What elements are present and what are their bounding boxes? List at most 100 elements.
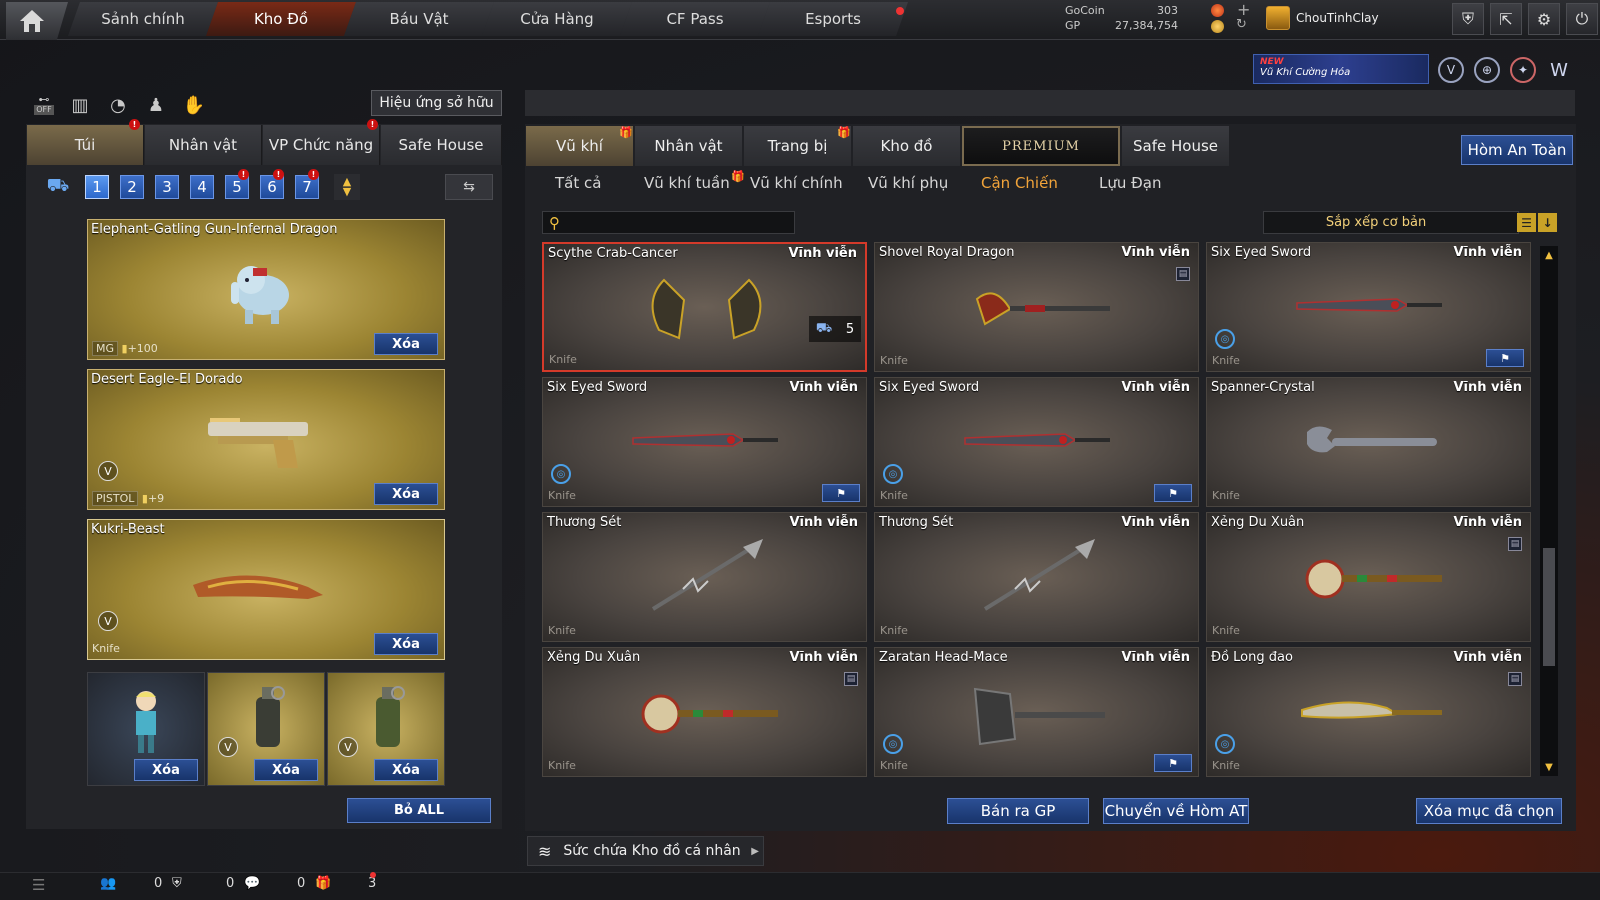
tab-function-items[interactable]: VP Chức năng	[263, 125, 380, 165]
remove-all-button[interactable]: Bỏ ALL	[347, 798, 491, 823]
sort-dropdown[interactable]: Sắp xếp cơ bản	[1263, 211, 1519, 234]
grenade-slot[interactable]: V Xóa	[327, 672, 445, 786]
inventory-item-card[interactable]: Shovel Royal Dragon Vĩnh viễn ▤ Knife	[874, 242, 1199, 372]
target-icon[interactable]: ⊕	[1474, 57, 1500, 83]
sort-down-icon[interactable]: ↓	[1538, 213, 1557, 232]
item-duration: Vĩnh viễn	[1121, 245, 1190, 260]
delete-button[interactable]: Xóa	[134, 759, 198, 781]
item-category: Knife	[1212, 759, 1240, 772]
subtab-secondary-weapons[interactable]: Vũ khí phụ	[868, 174, 948, 194]
toggle-off-icon[interactable]: ⊷ OFF	[30, 92, 58, 118]
tab-characters[interactable]: Nhân vật	[635, 126, 742, 166]
bar-stats-icon[interactable]: ▥	[66, 92, 94, 118]
list-view-icon[interactable]: ☰	[1517, 213, 1536, 232]
flag-icon[interactable]: ⚑	[1154, 754, 1192, 772]
slot-button-1[interactable]: 1	[85, 175, 109, 199]
character-icon[interactable]: ♟	[142, 92, 170, 118]
inventory-item-card[interactable]: Six Eyed Sword Vĩnh viễn ◎ ⚑ Knife	[874, 377, 1199, 507]
inventory-item-card[interactable]: Xẻng Du Xuân Vĩnh viễn ▤ Knife	[542, 647, 867, 777]
elephant-gatling-art	[231, 266, 289, 324]
delete-button[interactable]: Xóa	[374, 333, 438, 355]
tab-bag[interactable]: Túi	[27, 125, 144, 165]
slot-button-3[interactable]: 3	[155, 175, 179, 199]
nav-tab-treasure[interactable]: Báu Vật	[344, 2, 494, 36]
delete-button[interactable]: Xóa	[374, 633, 438, 655]
flag-icon[interactable]: ⚑	[1154, 484, 1192, 502]
power-icon[interactable]: ⏻	[1566, 3, 1598, 35]
home-button[interactable]	[6, 2, 68, 40]
equipped-item-card[interactable]: Kukri-Beast V Knife Xóa	[87, 519, 445, 660]
scroll-up-arrow-icon[interactable]: ▲	[1541, 248, 1557, 262]
w-logo-icon[interactable]: W	[1546, 57, 1572, 83]
scrollbar-thumb[interactable]	[1543, 548, 1555, 666]
subtab-all[interactable]: Tất cả	[555, 174, 601, 194]
lock-icon: ▤	[1508, 672, 1522, 686]
delete-button[interactable]: Xóa	[254, 759, 318, 781]
delete-selected-button[interactable]: Xóa mục đã chọn	[1416, 798, 1562, 824]
inventory-item-card[interactable]: Xẻng Du Xuân Vĩnh viễn ▤ Knife	[1206, 512, 1531, 642]
history-icon[interactable]: ◔	[104, 92, 132, 118]
gift-box-icon[interactable]: 🎁	[315, 876, 331, 891]
inventory-item-card[interactable]: Đồ Long đao Vĩnh viễn ▤ ◎ Knife	[1206, 647, 1531, 777]
refresh-icon[interactable]: ↻	[1236, 17, 1247, 32]
inventory-item-card[interactable]: Spanner-Crystal Vĩnh viễn Knife	[1206, 377, 1531, 507]
slot-scroll-arrows[interactable]: ▲ ▼	[334, 174, 360, 200]
alert-icon: !	[273, 169, 284, 180]
inventory-item-card[interactable]: Scythe Crab-Cancer Vĩnh viễn ⛟ 5 Knife	[542, 242, 867, 372]
tab-safe-house[interactable]: Safe House	[381, 125, 502, 165]
flag-icon[interactable]: ⚑	[822, 484, 860, 502]
slot-button-2[interactable]: 2	[120, 175, 144, 199]
inventory-item-card[interactable]: Six Eyed Sword Vĩnh viễn ◎ ⚑ Knife	[1206, 242, 1531, 372]
safe-box-button[interactable]: Hòm An Toàn	[1461, 135, 1573, 165]
inventory-item-card[interactable]: Six Eyed Sword Vĩnh viễn ◎ ⚑ Knife	[542, 377, 867, 507]
event-banner[interactable]: NEW Vũ Khí Cường Hóa	[1253, 54, 1429, 84]
chat-bubble-icon[interactable]: 💬	[244, 876, 260, 891]
nav-tab-cf-pass[interactable]: CF Pass	[620, 2, 770, 36]
slot-button-4[interactable]: 4	[190, 175, 214, 199]
own-effect-button[interactable]: Hiệu ứng sở hữu	[371, 90, 502, 116]
search-field[interactable]: ⚲	[542, 211, 795, 234]
settings-gear-icon[interactable]: ⚙	[1528, 3, 1560, 35]
tab-equipment[interactable]: Trang bị	[744, 126, 851, 166]
transfer-icon[interactable]: ⇆	[445, 174, 493, 200]
tab-safe-house[interactable]: Safe House	[1122, 126, 1229, 166]
grenade-slot[interactable]: V Xóa	[207, 672, 325, 786]
inventory-item-card[interactable]: Thương Sét Vĩnh viễn Knife	[874, 512, 1199, 642]
shield-icon[interactable]: ⛨	[1452, 3, 1484, 35]
grab-hand-icon[interactable]: ✋	[180, 92, 208, 118]
equipped-item-name: Desert Eagle-El Dorado	[91, 372, 243, 387]
nav-tab-esports[interactable]: Esports	[758, 2, 908, 36]
search-input[interactable]	[566, 215, 786, 230]
scroll-down-arrow-icon[interactable]: ▼	[1541, 760, 1557, 774]
character-slot[interactable]: Xóa	[87, 672, 205, 786]
tab-character[interactable]: Nhân vật	[145, 125, 262, 165]
menu-list-icon[interactable]: ☰	[32, 876, 45, 894]
subtab-melee[interactable]: Cận Chiến	[981, 174, 1058, 194]
flag-icon[interactable]: ⚑	[1486, 349, 1524, 367]
nav-tab-inventory[interactable]: Kho Đồ	[206, 2, 356, 36]
clan-shield-icon[interactable]: ⛨	[172, 876, 182, 891]
friends-icon[interactable]: 👥	[100, 876, 116, 891]
tab-weapons[interactable]: Vũ khí	[526, 126, 633, 166]
subtab-weekly-weapons[interactable]: Vũ khí tuần	[644, 174, 730, 194]
move-to-safe-box-button[interactable]: Chuyển về Hòm AT	[1103, 798, 1249, 824]
nav-tab-lobby[interactable]: Sảnh chính	[68, 2, 218, 36]
exit-room-icon[interactable]: ⇱	[1490, 3, 1522, 35]
equipped-item-card[interactable]: Elephant-Gatling Gun-Infernal Dragon MG …	[87, 219, 445, 360]
equipped-item-card[interactable]: Desert Eagle-El Dorado V PISTOL ▮+9 Xóa	[87, 369, 445, 510]
tab-storage[interactable]: Kho đồ	[853, 126, 960, 166]
inventory-item-card[interactable]: Zaratan Head-Mace Vĩnh viễn ◎ ⚑ Knife	[874, 647, 1199, 777]
subtab-primary-weapons[interactable]: Vũ khí chính	[750, 174, 843, 194]
weapon-event-icon[interactable]: ✦	[1510, 57, 1536, 83]
item-grid-scrollbar[interactable]	[1540, 246, 1558, 776]
subtab-grenades[interactable]: Lựu Đạn	[1099, 174, 1161, 194]
vip-v-icon[interactable]: V	[1438, 57, 1464, 83]
user-profile[interactable]: ChouTinhClay	[1266, 6, 1379, 30]
delete-button[interactable]: Xóa	[374, 759, 438, 781]
sell-for-gp-button[interactable]: Bán ra GP	[947, 798, 1089, 824]
inventory-item-card[interactable]: Thương Sét Vĩnh viễn Knife	[542, 512, 867, 642]
storage-capacity-toggle[interactable]: ≋ Sức chứa Kho đồ cá nhân ▶	[527, 836, 764, 866]
delete-button[interactable]: Xóa	[374, 483, 438, 505]
nav-tab-shop[interactable]: Cửa Hàng	[482, 2, 632, 36]
tab-premium[interactable]: PREMIUM	[962, 126, 1120, 166]
